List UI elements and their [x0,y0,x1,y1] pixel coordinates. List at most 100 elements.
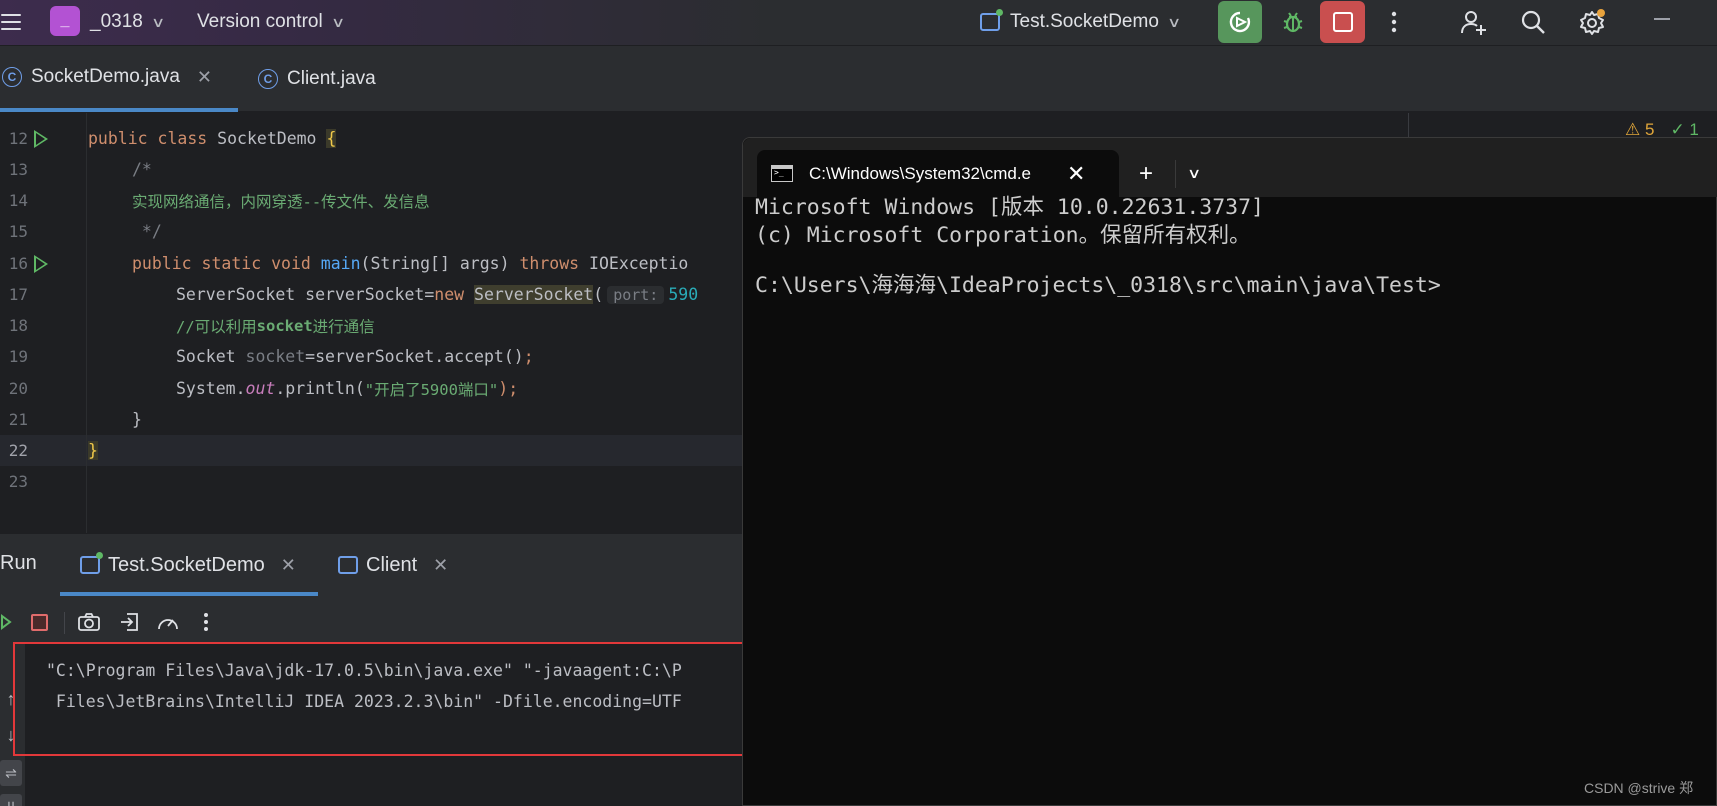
type-name: Socket [176,347,246,366]
close-icon[interactable]: ✕ [433,555,448,576]
terminal-tab-title: C:\Windows\System32\cmd.e [809,163,1032,183]
project-badge[interactable]: _ [50,6,80,36]
current-line-highlight [0,435,745,466]
main-menu-icon[interactable] [0,9,22,35]
gutter-line: 16 [0,248,90,279]
version-control-label: Version control [197,11,323,32]
debug-button[interactable] [1276,6,1310,38]
code-line: public class SocketDemo { [88,123,337,154]
search-button[interactable] [1517,6,1549,38]
stop-icon [1332,12,1353,32]
terminal-line: Microsoft Windows [版本 10.0.22631.3737] [755,195,1264,220]
terminal-tab-bar: C:\Windows\System32\cmd.e ✕ + ∨ [743,138,1717,197]
minimize-icon[interactable] [1654,18,1670,20]
code-line: ServerSocket serverSocket= new ServerSock… [176,279,698,310]
brace: { [326,129,337,148]
more-vertical-icon [204,613,208,631]
code-line: } [132,410,142,429]
gutter-line: 21 [0,404,90,435]
soft-wrap-icon[interactable]: ⇌ [0,760,22,786]
gutter-line: 17 [0,279,90,310]
gutter-line: 22 [0,435,90,466]
static-field: out [245,379,276,398]
run-gutter-icon[interactable] [34,255,48,273]
annotation-highlight-box [13,642,764,756]
stop-button[interactable] [24,606,54,638]
tab-label: SocketDemo.java [31,66,180,87]
search-icon [1521,10,1545,34]
gutter-line: 20 [0,373,90,404]
title-bar: _ _0318 ∨ Version control ∨ Test.SocketD… [0,0,1717,46]
more-actions-button[interactable] [1378,6,1410,38]
declaration: ServerSocket serverSocket= [176,285,435,304]
settings-button[interactable] [1576,6,1608,38]
run-gutter-icon[interactable] [34,130,48,148]
gutter-line: 19 [0,341,90,372]
line-number: 18 [8,316,28,335]
cmd-icon [771,165,793,182]
watermark: CSDN @strive 郑 [1584,780,1694,796]
login-icon [121,613,138,631]
keyword: static [191,254,262,273]
line-number: 15 [8,222,28,241]
method-name: main [320,254,361,273]
run-tab-label: Test.SocketDemo [108,553,265,576]
rerun-icon [1,614,12,630]
semicolon: ); [498,379,519,398]
profiler-button[interactable] [153,606,183,638]
stop-icon [30,613,48,631]
parameter-hint: port: [607,285,665,304]
editor-tab-bar: C SocketDemo.java ✕ C Client.java [0,46,1717,112]
tab-socketdemo-java[interactable]: C SocketDemo.java ✕ [0,46,238,112]
code-with-me-button[interactable] [1458,6,1490,38]
gutter-line: 13 [0,154,90,185]
run-configuration-selector[interactable]: Test.SocketDemo ∨ [980,8,1181,36]
tab-label: Client.java [287,68,376,89]
more-options-button[interactable] [191,606,221,638]
method-call: .println( [275,379,365,398]
class-icon: C [258,69,278,89]
code-line: Socket socket =serverSocket.accept(); [176,341,534,372]
exception-name: IOExceptio [579,254,689,273]
line-number: 16 [8,254,28,273]
bug-icon [1283,12,1303,33]
gutter-line: 15 [0,216,90,247]
screenshot-button[interactable] [74,606,104,638]
more-vertical-icon [1391,11,1397,33]
gutter-line: 12 [0,123,90,154]
tab-client-java[interactable]: C Client.java [258,46,408,112]
line-number: 23 [8,472,28,491]
keyword: public [88,129,148,148]
version-control-menu[interactable]: Version control ∨ [197,8,345,36]
terminal-prompt[interactable]: C:\Users\海海海\IdeaProjects\_0318\src\main… [755,268,1441,299]
add-user-icon [1461,11,1486,35]
line-number: 17 [8,285,28,304]
code-line: 实现网络通信，内网穿透--传文件、发信息 [132,192,430,211]
unused-variable: socket [245,347,306,366]
keyword: class [147,129,218,148]
run-tab-label: Client [366,553,418,576]
restore-layout-button[interactable] [114,606,144,638]
active-run-tab-indicator [60,592,318,596]
run-config-icon [80,552,103,574]
line-number: 14 [8,191,28,210]
class-ref: System. [176,379,246,398]
class-name: SocketDemo [217,129,327,148]
cmd-window[interactable]: C:\Windows\System32\cmd.e ✕ + ∨ Microsof… [742,137,1717,806]
run-tab-client[interactable]: Client ✕ [338,548,448,582]
keyword: public [132,254,192,273]
stop-button[interactable] [1320,1,1365,43]
code-line: /* [132,160,152,179]
line-number: 22 [8,441,28,460]
scroll-to-end-icon[interactable]: ⇊ [0,794,22,806]
close-icon[interactable]: ✕ [197,67,212,88]
run-config-icon [338,556,358,574]
close-icon[interactable]: ✕ [281,555,296,576]
close-icon[interactable]: ✕ [1067,161,1085,187]
run-tab-test-socketdemo[interactable]: Test.SocketDemo ✕ [80,548,296,582]
gutter-line: 23 [0,466,90,497]
rerun-button[interactable] [0,606,24,638]
rerun-button[interactable] [1218,1,1262,43]
project-selector[interactable]: _0318 ∨ [90,8,165,36]
gutter-line: 14 [0,185,90,216]
